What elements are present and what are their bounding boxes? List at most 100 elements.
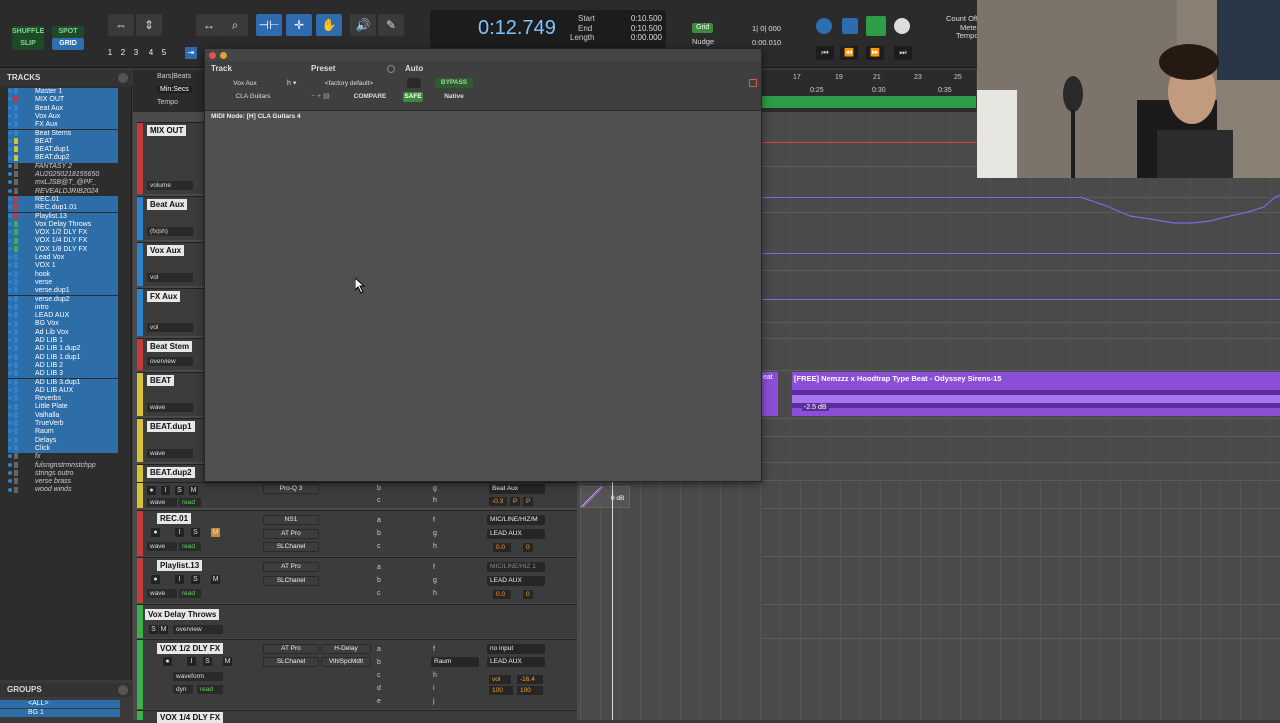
visibility-icon[interactable] (8, 454, 12, 459)
track-list-item[interactable]: Lead Vox (8, 254, 118, 263)
trim-tool-icon[interactable]: ⊣⊢ (256, 14, 282, 36)
rec-button[interactable]: ● (163, 657, 172, 666)
track-list-item[interactable]: TrueVerb (8, 420, 118, 429)
view-mode[interactable]: wave (147, 498, 177, 507)
insert-slot[interactable]: AT Pro (263, 562, 319, 572)
output-selector[interactable]: LEAD AUX (487, 576, 545, 586)
tempo-label[interactable]: Tempo (956, 31, 979, 40)
output-selector[interactable]: LEAD AUX (487, 529, 545, 539)
input-button[interactable]: I (187, 657, 196, 666)
zoom-preset-5[interactable]: 5 (158, 47, 170, 59)
pan-left[interactable]: P (510, 497, 520, 506)
input-button[interactable]: I (161, 486, 170, 495)
track-list-item[interactable]: Ad Lib Vox (8, 328, 118, 337)
visibility-icon[interactable] (8, 487, 12, 492)
preset-selector[interactable]: <factory default> (311, 79, 387, 89)
mute-button[interactable]: M (223, 657, 232, 666)
visibility-icon[interactable] (8, 130, 12, 135)
visibility-icon[interactable] (8, 429, 12, 434)
zoomer-icon[interactable]: ⌕ (222, 14, 248, 36)
track-name[interactable]: VOX 1/2 DLY FX (157, 643, 224, 654)
track-list-item[interactable]: Little Plate (8, 403, 118, 412)
mute-button[interactable]: M (211, 528, 220, 537)
track-list-item[interactable]: Playlist.13 (8, 212, 118, 221)
visibility-icon[interactable] (8, 230, 12, 235)
track-list-item[interactable]: BEAT.dup1 (8, 146, 118, 155)
view-mode[interactable]: vol (147, 323, 193, 332)
compare-button[interactable]: COMPARE (351, 92, 389, 102)
track-list-item[interactable]: mxLJSB@T_@PF_ (8, 179, 118, 187)
safe-button[interactable]: SAFE (403, 92, 423, 102)
visibility-icon[interactable] (8, 280, 12, 285)
track-list-item[interactable]: VOX 1/8 DLY FX (8, 245, 118, 254)
visibility-icon[interactable] (8, 221, 12, 226)
track-list-item[interactable]: fulsngnstrmnstchpp (8, 462, 118, 470)
visibility-icon[interactable] (8, 163, 12, 168)
track-list-item[interactable]: wood winds (8, 486, 118, 494)
view-mode[interactable]: overview (173, 625, 223, 634)
output-selector[interactable]: Beat Aux (489, 484, 545, 494)
rewind-icon[interactable]: ⏪ (840, 46, 858, 60)
rec-button[interactable]: ● (147, 486, 156, 495)
rewind-to-start-icon[interactable]: ⏮ (816, 46, 834, 60)
solo-button[interactable]: S (175, 486, 184, 495)
track-list-item[interactable]: fx (8, 453, 118, 461)
group-row-bg1[interactable]: BG 1 (0, 709, 120, 717)
insert-slot[interactable]: AT Pro (263, 644, 319, 654)
pan-left[interactable]: 100 (489, 686, 513, 695)
track-list-item[interactable]: AD LIB 3.dup1 (8, 378, 118, 387)
visibility-icon[interactable] (8, 421, 12, 426)
track-list-item[interactable]: FX Aux (8, 121, 118, 130)
input-selector[interactable]: MIC/LINE/HIZ 1 (487, 562, 545, 572)
min-secs-label[interactable]: Min:Secs (157, 86, 192, 93)
visibility-icon[interactable] (8, 379, 12, 384)
track-list-item[interactable]: VOX 1/4 DLY FX (8, 237, 118, 246)
track-list-item[interactable]: BEAT (8, 137, 118, 147)
track-list-item[interactable]: FANTASY 2 (8, 163, 118, 171)
volume-value[interactable]: 0.0 (493, 590, 511, 599)
track-list-item[interactable]: Beat Aux (8, 104, 118, 113)
automation-mode[interactable]: read (179, 589, 201, 598)
grabber-tool-icon[interactable]: ✋ (316, 14, 342, 36)
end-value[interactable]: 0:10.500 (610, 24, 662, 33)
visibility-icon[interactable] (8, 354, 12, 359)
count-off-label[interactable]: Count Off (946, 14, 978, 23)
track-list-item[interactable]: verse brass (8, 478, 118, 486)
groups-menu-icon[interactable] (118, 685, 128, 695)
track-list-item[interactable]: MIX OUT (8, 96, 118, 105)
pan-right[interactable]: 100 (517, 686, 543, 695)
visibility-icon[interactable] (8, 387, 12, 392)
visibility-icon[interactable] (8, 122, 12, 127)
grid-mode-button[interactable]: GRID (52, 38, 84, 50)
visibility-icon[interactable] (8, 255, 12, 260)
track-list-item[interactable]: BG Vox (8, 320, 118, 329)
visibility-icon[interactable] (8, 263, 12, 268)
speaker-icon[interactable]: 🔊 (350, 14, 376, 36)
clip-gain[interactable]: -2.5 dB (802, 404, 829, 411)
play-icon[interactable] (866, 16, 886, 36)
automation-icon[interactable] (407, 78, 421, 88)
zoom-preset-3[interactable]: 3 (130, 47, 142, 59)
pan-right[interactable]: P (523, 497, 533, 506)
rec-button[interactable]: ● (151, 528, 160, 537)
track-name[interactable]: Beat Aux (147, 199, 188, 210)
visibility-icon[interactable] (8, 97, 12, 102)
visibility-icon[interactable] (8, 446, 12, 451)
track-list-item[interactable]: VOX 1 (8, 262, 118, 271)
track-list-item[interactable]: Vox Aux (8, 112, 118, 122)
visibility-icon[interactable] (8, 396, 12, 401)
insert-slot[interactable]: AT Pro (263, 529, 319, 539)
track-name[interactable]: REC.01 (157, 513, 192, 524)
stop-icon[interactable] (842, 18, 858, 34)
track-list-item[interactable]: REC.dup1.01 (8, 204, 118, 213)
grid-label[interactable]: Grid (692, 23, 714, 33)
minimize-window-icon[interactable] (220, 52, 227, 59)
track-list-item[interactable]: Raum (8, 428, 118, 437)
bars-beats-label[interactable]: Bars|Beats (157, 73, 191, 80)
track-list-item[interactable]: AD LIB 1 (8, 337, 118, 346)
slip-mode-button[interactable]: SLIP (12, 38, 44, 50)
track-name[interactable]: VOX 1/4 DLY FX (157, 712, 224, 723)
output-selector[interactable]: LEAD AUX (487, 657, 545, 667)
rec-button[interactable]: ● (151, 575, 160, 584)
track-list-item[interactable]: Beat Stems (8, 129, 118, 138)
